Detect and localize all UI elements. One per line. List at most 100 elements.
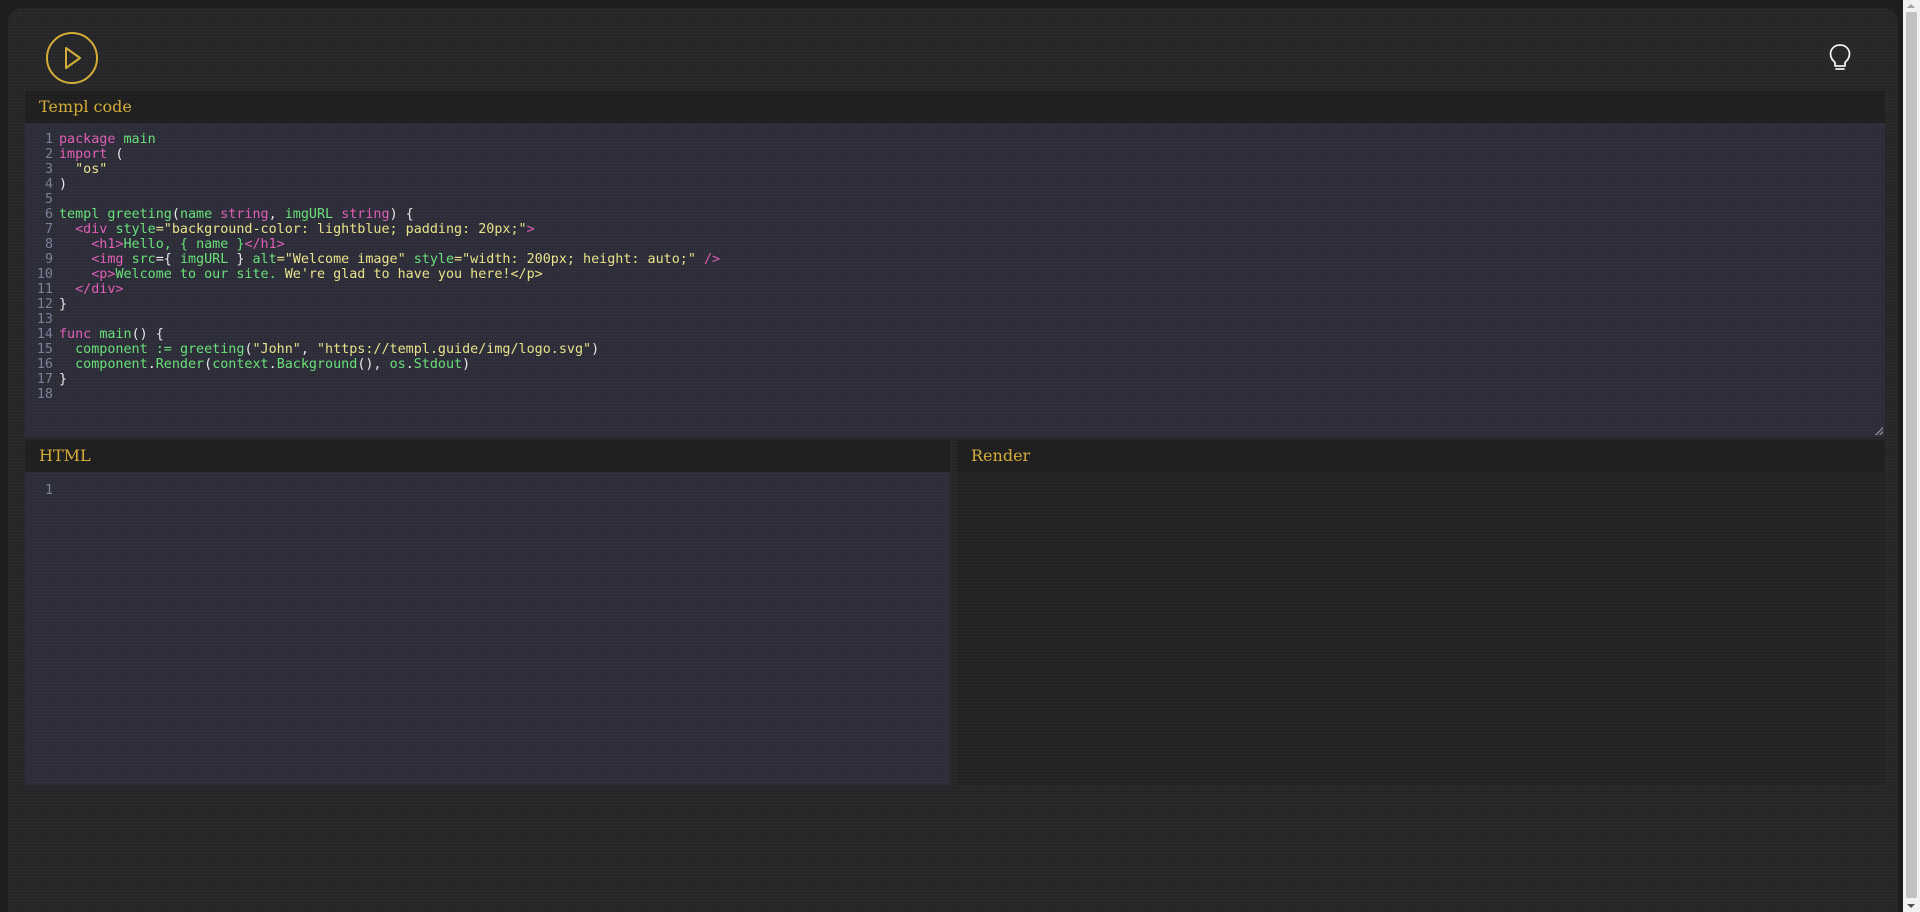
code-token: style <box>115 222 156 237</box>
code-token: </div> <box>75 282 124 297</box>
code-token: src <box>131 252 156 267</box>
theme-toggle-button[interactable] <box>1826 42 1854 74</box>
code-token: imgURL <box>284 207 342 222</box>
line-number: 8 <box>44 237 53 252</box>
code-line: 1 <box>25 483 950 498</box>
code-token: greeting <box>179 342 245 357</box>
code-line: 14 func main() { <box>25 327 1885 342</box>
render-panel-title: Render <box>971 446 1031 465</box>
code-token: greeting <box>107 207 172 222</box>
scroll-up-arrow[interactable] <box>1907 4 1915 8</box>
code-token: ="background-color: lightblue; padding: … <box>155 222 527 237</box>
code-line: 1 package main <box>25 132 1885 147</box>
line-number: 1 <box>44 483 53 498</box>
scroll-down-arrow[interactable] <box>1907 904 1915 908</box>
code-token: ="width: 200px; height: auto;" <box>454 252 696 267</box>
code-line: 2 import ( <box>25 147 1885 162</box>
code-token: . <box>147 357 156 372</box>
code-token: ( <box>204 357 213 372</box>
line-number: 3 <box>44 162 53 177</box>
line-number: 14 <box>36 327 53 342</box>
code-token: component <box>59 357 148 372</box>
html-panel-header: HTML <box>25 440 950 472</box>
line-number: 11 <box>36 282 53 297</box>
line-number: 17 <box>36 372 53 387</box>
code-token: ( <box>171 207 180 222</box>
code-token: Background <box>276 357 358 372</box>
code-token: ={ <box>155 252 180 267</box>
line-number: 6 <box>44 207 53 222</box>
html-code-lines: 1 <box>25 483 950 498</box>
code-token: package <box>59 132 124 147</box>
code-token: /> <box>695 252 721 267</box>
code-token: <img <box>91 252 132 267</box>
scrollbar-thumb[interactable] <box>1906 12 1917 898</box>
code-line: 4) <box>25 177 1885 192</box>
line-number: 1 <box>44 132 53 147</box>
html-panel-title: HTML <box>39 446 91 465</box>
templ-code-lines: 1 package main 2 import (3 "os" 4) 5 6 templ gr… <box>25 132 1885 402</box>
run-button[interactable] <box>46 32 98 84</box>
line-number: 10 <box>36 267 53 282</box>
code-token: "https://templ.guide/img/logo.svg" <box>317 342 592 357</box>
code-token: name <box>196 237 229 252</box>
code-token: , <box>268 207 285 222</box>
code-token: } <box>59 297 68 312</box>
code-token: () { <box>131 327 164 342</box>
code-token: ) { <box>389 207 414 222</box>
code-token: ="Welcome image" <box>276 252 414 267</box>
code-line: 8 <h1>Hello, { name }</h1> <box>25 237 1885 252</box>
templ-panel-title: Templ code <box>39 97 132 116</box>
render-output-area <box>957 472 1885 785</box>
code-token: component := <box>59 342 180 357</box>
line-number: 2 <box>44 147 53 162</box>
code-line: 9 <img src={ imgURL } alt="Welcome image… <box>25 252 1885 267</box>
code-token: </h1> <box>244 237 285 252</box>
code-line: 11 </div> <box>25 282 1885 297</box>
code-line: 10 <p>Welcome to our site. We're glad to… <box>25 267 1885 282</box>
code-line: 15 component := greeting("John", "https:… <box>25 342 1885 357</box>
code-token: } <box>59 372 68 387</box>
code-token: We're glad to have you here!</p> <box>284 267 543 282</box>
code-token: name <box>179 207 221 222</box>
code-token: Stdout <box>413 357 463 372</box>
page-scrollbar[interactable] <box>1903 0 1920 912</box>
code-line: 7 <div style="background-color: lightblu… <box>25 222 1885 237</box>
code-line: 12} <box>25 297 1885 312</box>
code-token: "John" <box>252 342 301 357</box>
templ-code-editor[interactable]: 1 package main 2 import (3 "os" 4) 5 6 templ gr… <box>25 123 1885 437</box>
line-number: 9 <box>44 252 53 267</box>
code-token: templ <box>59 207 108 222</box>
playground-app: Templ code 1 package main 2 import (3 "os" 4… <box>8 8 1898 912</box>
code-token: } <box>228 237 245 252</box>
code-token: main <box>99 327 132 342</box>
html-output-editor[interactable]: 1 <box>25 472 950 785</box>
resize-handle[interactable] <box>1875 427 1883 435</box>
line-number: 16 <box>36 357 53 372</box>
line-number: 15 <box>36 342 53 357</box>
code-token: ) <box>591 342 600 357</box>
code-token: . <box>405 357 414 372</box>
code-token: . <box>268 357 277 372</box>
code-token: , <box>300 342 317 357</box>
code-token: string <box>341 207 390 222</box>
code-line: 18 <box>25 387 1885 402</box>
code-token: imgURL <box>179 252 229 267</box>
code-token: alt <box>252 252 277 267</box>
code-token: main <box>123 132 156 147</box>
line-number: 7 <box>44 222 53 237</box>
code-token: import <box>59 147 108 162</box>
code-line: 16 component.Render(context.Background()… <box>25 357 1885 372</box>
line-number: 4 <box>44 177 53 192</box>
code-token: <h1> <box>91 237 124 252</box>
code-token: os <box>389 357 406 372</box>
render-panel-header: Render <box>957 440 1885 472</box>
line-number: 12 <box>36 297 53 312</box>
code-line: 17} <box>25 372 1885 387</box>
code-line: 13 <box>25 312 1885 327</box>
lightbulb-icon <box>1829 44 1851 70</box>
line-number: 13 <box>36 312 53 327</box>
code-token: Welcome to our site. <box>115 267 285 282</box>
